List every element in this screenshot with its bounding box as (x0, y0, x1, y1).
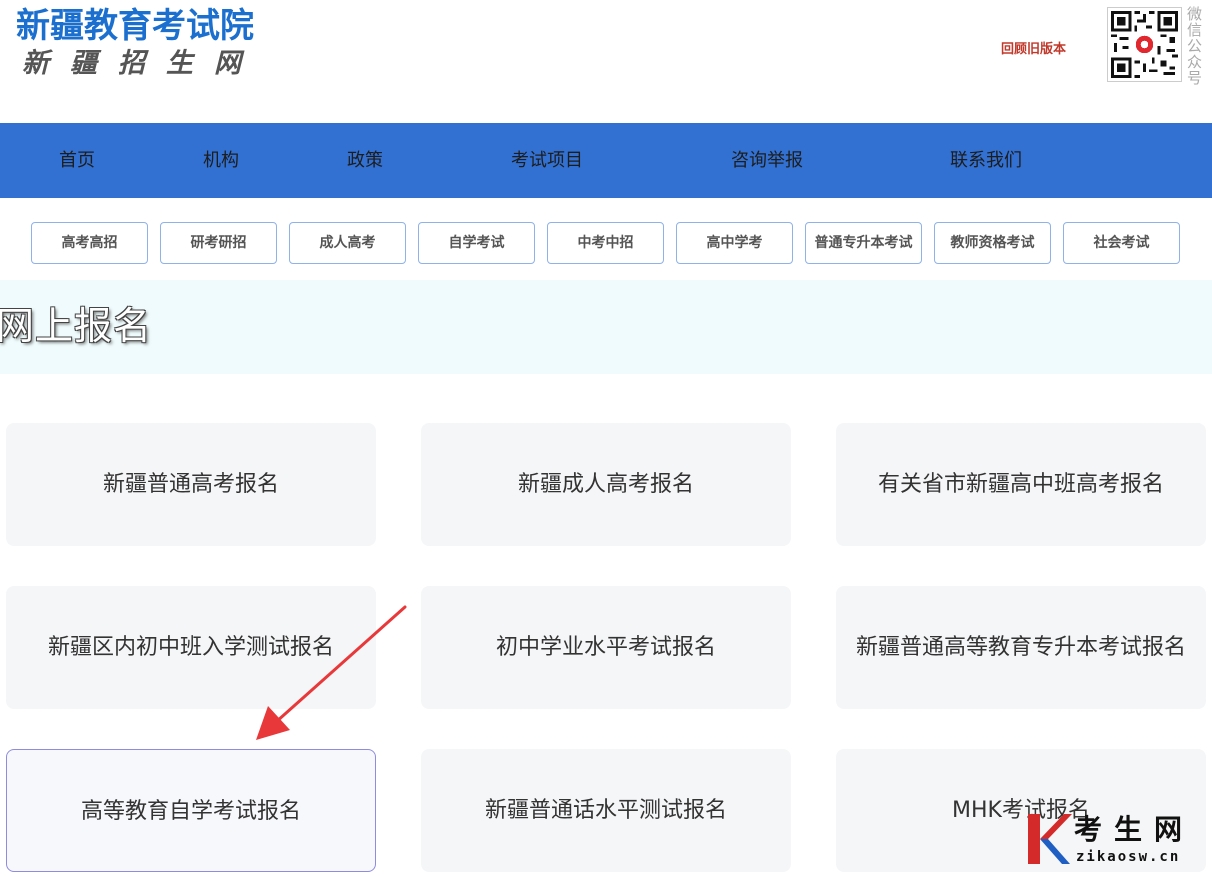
watermark-url: zikaosw.cn (1076, 849, 1181, 865)
nav-item-home[interactable]: 首页 (41, 123, 113, 198)
nav-item-consult-report[interactable]: 咨询举报 (717, 123, 817, 198)
nav-item-exam-projects[interactable]: 考试项目 (497, 123, 597, 198)
site-subtitle: 新疆招生网 (22, 48, 262, 79)
category-social-exam[interactable]: 社会考试 (1063, 222, 1180, 264)
category-gaokao[interactable]: 高考高招 (31, 222, 148, 264)
card-adult-exam-registration[interactable]: 新疆成人高考报名 (421, 423, 791, 546)
nav-item-organization[interactable]: 机构 (185, 123, 257, 198)
category-bar: 高考高招 研考研招 成人高考 自学考试 中考中招 高中学考 普通专升本考试 教师… (0, 198, 1212, 280)
watermark: 考生网 zikaosw.cn (1024, 812, 1210, 872)
wechat-label: 微信公众号 (1187, 5, 1203, 87)
site-title[interactable]: 新疆教育考试院 (16, 6, 254, 46)
card-junior-academic-registration[interactable]: 初中学业水平考试报名 (421, 586, 791, 709)
category-zhongkao[interactable]: 中考中招 (547, 222, 664, 264)
section-banner: 网上报名 (0, 280, 1212, 374)
card-mandarin-test-registration[interactable]: 新疆普通话水平测试报名 (421, 749, 791, 872)
card-gaokao-registration[interactable]: 新疆普通高考报名 (6, 423, 376, 546)
category-upgrade-exam[interactable]: 普通专升本考试 (805, 222, 922, 264)
category-graduate[interactable]: 研考研招 (160, 222, 277, 264)
category-teacher-cert[interactable]: 教师资格考试 (934, 222, 1051, 264)
category-adult-exam[interactable]: 成人高考 (289, 222, 406, 264)
section-title: 网上报名 (0, 304, 153, 348)
old-version-link[interactable]: 回顾旧版本 (1001, 38, 1066, 57)
category-high-school-test[interactable]: 高中学考 (676, 222, 793, 264)
card-self-study-registration[interactable]: 高等教育自学考试报名 (6, 749, 376, 872)
nav-item-contact-us[interactable]: 联系我们 (936, 123, 1036, 198)
site-header: 新疆教育考试院 新疆招生网 回顾旧版本 微信公众号 (0, 0, 1212, 123)
card-upgrade-exam-registration[interactable]: 新疆普通高等教育专升本考试报名 (836, 586, 1206, 709)
nav-item-policy[interactable]: 政策 (329, 123, 401, 198)
main-nav: 首页 机构 政策 考试项目 咨询举报 联系我们 (0, 123, 1212, 198)
card-middle-class-test-registration[interactable]: 新疆区内初中班入学测试报名 (6, 586, 376, 709)
category-self-study[interactable]: 自学考试 (418, 222, 535, 264)
watermark-title: 考生网 (1074, 813, 1195, 846)
k-logo-icon (1028, 814, 1072, 864)
wechat-qr-code (1107, 7, 1182, 82)
card-xinjiang-class-registration[interactable]: 有关省市新疆高中班高考报名 (836, 423, 1206, 546)
